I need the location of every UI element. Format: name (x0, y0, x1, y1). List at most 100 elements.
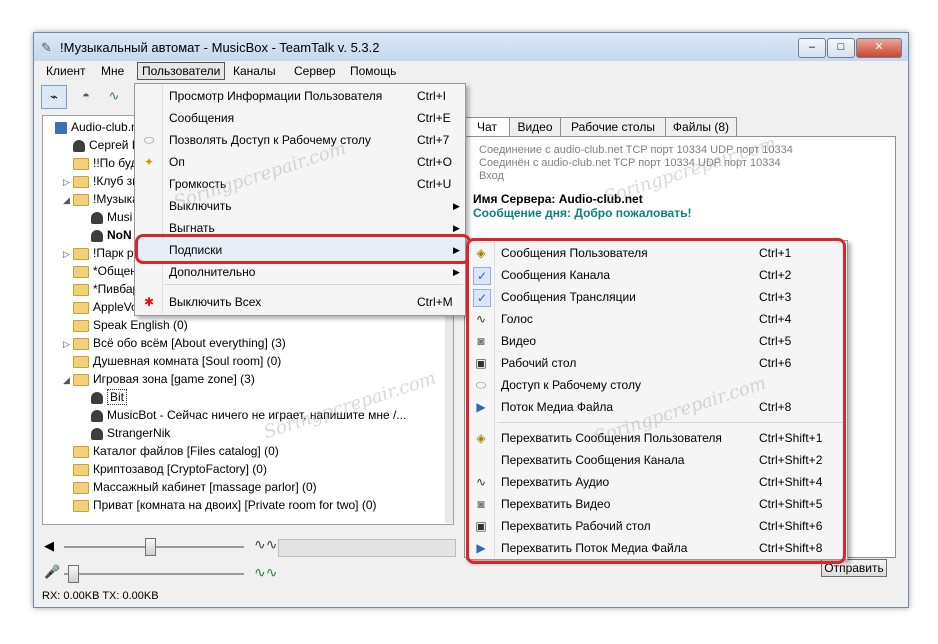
expand-icon[interactable]: ▷ (63, 335, 73, 353)
microphone-icon: 🎤 (44, 564, 61, 579)
user-icon (91, 211, 103, 224)
tree-channel[interactable]: Каталог файлов [Files catalog] (0) (45, 442, 443, 460)
menu-me[interactable]: Мне (97, 63, 128, 79)
folder-icon (73, 265, 89, 278)
folder-icon (73, 319, 89, 332)
folder-icon (73, 373, 89, 386)
mic-slider-thumb[interactable] (68, 565, 79, 583)
menu-server[interactable]: Сервер (290, 63, 340, 79)
op-icon: ✦ (143, 155, 155, 169)
menu-item-label: Сообщения (169, 111, 235, 125)
tree-label: !!По буд (93, 156, 138, 170)
user-icon (91, 229, 103, 242)
tree-channel[interactable]: Массажный кабинет [massage parlor] (0) (45, 478, 443, 496)
menu-item-shortcut: Ctrl+E (417, 111, 451, 125)
menu-item-shortcut: Ctrl+M (417, 295, 453, 309)
menu-bar: Клиент Мне Пользователи Каналы Сервер По… (34, 61, 908, 81)
menu-client[interactable]: Клиент (42, 63, 90, 79)
folder-icon (73, 301, 89, 314)
server-icon (55, 121, 67, 134)
tree-label: Душевная комната [Soul room] (0) (93, 354, 282, 368)
submenu-arrow-icon: ▶ (453, 267, 460, 277)
menu-item-shortcut: Ctrl+I (417, 89, 447, 103)
menu-help[interactable]: Помощь (346, 63, 400, 79)
folder-icon (73, 355, 89, 368)
tree-label: AppleVo (93, 300, 138, 314)
tree-user[interactable]: MusicBot - Сейчас ничего не играет, напи… (45, 406, 443, 424)
users-menu-item[interactable]: ✱ Выключить Всех Ctrl+M (135, 291, 465, 313)
window-title: !Музыкальный автомат - MusicBox - TeamTa… (60, 40, 380, 55)
tree-label: Сергей К (89, 138, 139, 152)
menu-separator (165, 284, 463, 285)
mic-slider-track[interactable] (64, 573, 244, 575)
eraser-icon: ⬭ (143, 133, 155, 147)
volume-slider-thumb[interactable] (145, 538, 156, 556)
title-bar[interactable]: ✎ !Музыкальный автомат - MusicBox - Team… (34, 33, 908, 61)
mic-level-icon: ∿∿ (254, 564, 278, 580)
user-icon (73, 139, 85, 152)
voice-level-icon: ∿∿ (254, 536, 278, 552)
app-icon: ✎ (41, 40, 52, 55)
tab-video[interactable]: Видео (509, 117, 561, 136)
menu-users[interactable]: Пользователи (137, 62, 226, 80)
users-menu-item[interactable]: Просмотр Информации Пользователя Ctrl+I (135, 85, 465, 107)
status-bar: RX: 0.00KB TX: 0.00KB (42, 590, 159, 602)
menu-item-label: Оп (169, 155, 185, 169)
menu-item-shortcut: Ctrl+O (417, 155, 453, 169)
chat-line-login: Вход (479, 170, 504, 182)
submenu-highlight (466, 238, 846, 564)
minimize-button[interactable]: – (798, 38, 826, 58)
folder-icon (73, 463, 89, 476)
connect-icon[interactable]: ⌁ (41, 85, 67, 109)
tab-files[interactable]: Файлы (8) (665, 117, 737, 136)
chat-motd: Сообщение дня: Добро пожаловать! (473, 206, 692, 220)
tree-label: Musi (107, 210, 133, 224)
tree-channel[interactable]: Душевная комната [Soul room] (0) (45, 352, 443, 370)
expand-icon[interactable]: ◢ (63, 371, 73, 389)
users-menu-item[interactable]: ⬭ Позволять Доступ к Рабочему столу Ctrl+7 (135, 129, 465, 151)
folder-icon (73, 499, 89, 512)
tree-label: Криптозавод [CryptoFactory] (0) (93, 462, 267, 476)
menu-channels[interactable]: Каналы (229, 63, 280, 79)
tree-label: StrangerNik (107, 426, 171, 440)
voice-level-meter (278, 539, 456, 557)
tree-label: Speak English (0) (93, 318, 188, 332)
tree-label: *Пивбар (93, 282, 140, 296)
submenu-arrow-icon: ▶ (453, 201, 460, 211)
folder-icon (73, 481, 89, 494)
folder-icon (73, 247, 89, 260)
tree-label: *Общен (93, 264, 137, 278)
tree-label: Bit (107, 389, 128, 405)
tree-channel[interactable]: ▷ Всё обо всём [About everything] (3) (45, 334, 443, 352)
menu-item-label: Просмотр Информации Пользователя (169, 89, 383, 103)
expand-icon[interactable]: ◢ (63, 191, 73, 209)
menu-item-shortcut: Ctrl+U (417, 177, 452, 191)
speaker-icon: ◀ (44, 538, 54, 553)
tree-label: Игровая зона [game zone] (3) (93, 372, 255, 386)
expand-icon[interactable]: ▷ (63, 173, 73, 191)
maximize-button[interactable]: □ (827, 38, 855, 58)
star-icon: ✱ (143, 295, 155, 309)
tree-label: !Клуб зн (93, 174, 139, 188)
tree-channel[interactable]: Приват [комната на двоих] [Private room … (45, 496, 443, 514)
voice-wave-icon[interactable]: ∿ (102, 85, 126, 107)
tree-user[interactable]: StrangerNik (45, 424, 443, 442)
tree-channel[interactable]: Speak English (0) (45, 316, 443, 334)
tree-label: Каталог файлов [Files catalog] (0) (93, 444, 279, 458)
tab-desktops[interactable]: Рабочие столы (560, 117, 666, 136)
subscriptions-highlight (135, 234, 471, 264)
tab-chat[interactable]: Чат (464, 117, 510, 136)
close-button[interactable]: ✕ (856, 38, 902, 58)
headset-icon[interactable]: ◓ (74, 85, 98, 107)
menu-item-label: Дополнительно (169, 265, 256, 279)
folder-icon (73, 283, 89, 296)
menu-item-label: Выключить Всех (169, 295, 262, 309)
expand-icon[interactable]: ▷ (63, 245, 73, 263)
folder-icon (73, 193, 89, 206)
users-menu-item[interactable]: Сообщения Ctrl+E (135, 107, 465, 129)
user-icon (91, 409, 103, 422)
folder-icon (73, 157, 89, 170)
tree-channel[interactable]: Криптозавод [CryptoFactory] (0) (45, 460, 443, 478)
menu-item-shortcut: Ctrl+7 (417, 133, 450, 147)
users-menu-item[interactable]: Дополнительно ▶ (135, 261, 465, 283)
